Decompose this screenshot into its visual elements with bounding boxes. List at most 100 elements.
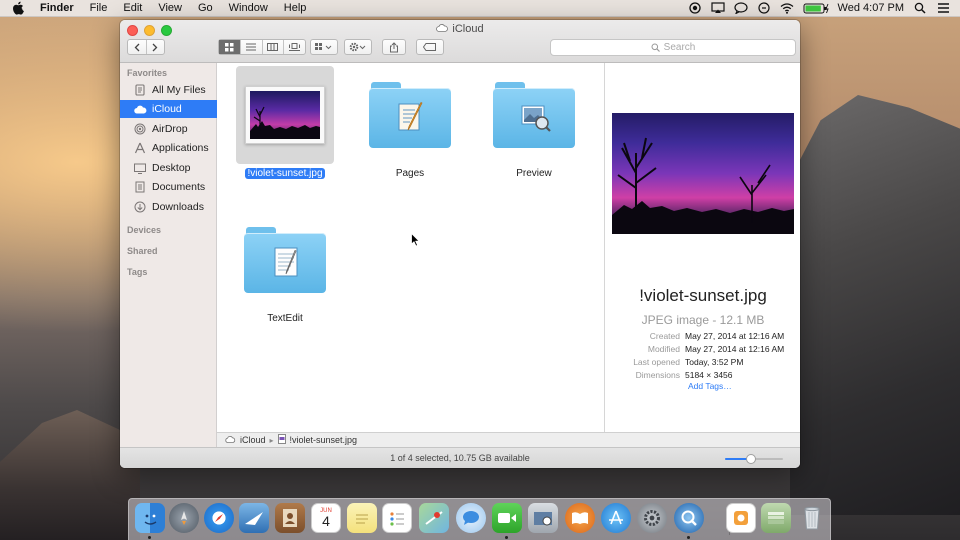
folder-icon xyxy=(244,227,326,293)
mouse-pointer-icon xyxy=(411,233,420,247)
notes-icon[interactable] xyxy=(347,503,377,533)
file-name[interactable]: !violet-sunset.jpg xyxy=(245,168,325,179)
facetime-icon[interactable] xyxy=(492,503,522,533)
app-store-icon[interactable] xyxy=(601,503,631,533)
icon-size-slider[interactable] xyxy=(725,454,783,464)
desktop-icon xyxy=(133,161,147,175)
menu-go[interactable]: Go xyxy=(198,2,213,14)
record-icon[interactable] xyxy=(688,1,702,15)
messages-icon[interactable] xyxy=(456,503,486,533)
sidebar-item-label: Applications xyxy=(152,142,209,154)
search-placeholder: Search xyxy=(663,42,696,53)
battery-icon[interactable] xyxy=(803,1,829,15)
photo-booth-icon[interactable] xyxy=(528,503,558,533)
status-bar: 1 of 4 selected, 10.75 GB available xyxy=(120,447,800,468)
slider-knob[interactable] xyxy=(746,454,757,464)
gear-icon xyxy=(349,42,366,52)
sidebar-section-tags[interactable]: Tags xyxy=(120,267,147,277)
apple-menu-icon[interactable] xyxy=(12,1,26,15)
notification-icon[interactable] xyxy=(757,1,771,15)
downloads-stack-icon[interactable] xyxy=(726,503,756,533)
sidebar-item-all-my-files[interactable]: All My Files xyxy=(120,81,217,99)
calendar-icon[interactable]: JUN 4 xyxy=(311,503,341,533)
file-browser: !violet-sunset.jpg Pages Preview TextEdi… xyxy=(217,63,604,432)
dock: JUN 4 xyxy=(128,498,831,540)
messages-icon[interactable] xyxy=(733,1,748,15)
trash-icon[interactable] xyxy=(797,503,827,533)
folder-icon xyxy=(369,82,451,148)
action-button[interactable] xyxy=(344,39,372,55)
file-name[interactable]: TextEdit xyxy=(265,313,305,324)
documents-stack-icon[interactable] xyxy=(761,503,791,533)
cover-flow-button[interactable] xyxy=(283,40,305,54)
add-tags-link[interactable]: Add Tags… xyxy=(688,381,732,391)
view-mode-control xyxy=(218,39,306,55)
arrange-button[interactable] xyxy=(310,39,338,55)
toolbar: iCloud Search xyxy=(120,20,800,63)
sidebar-section-devices[interactable]: Devices xyxy=(120,225,161,235)
mail-icon[interactable] xyxy=(239,503,269,533)
file-item-pages[interactable]: Pages xyxy=(355,66,465,179)
maps-icon[interactable] xyxy=(419,503,449,533)
window-title-text: iCloud xyxy=(452,23,484,35)
spotlight-search-icon[interactable] xyxy=(913,1,927,15)
sidebar-item-airdrop[interactable]: AirDrop xyxy=(120,120,217,138)
reminders-icon[interactable] xyxy=(382,503,412,533)
columns-icon xyxy=(267,43,279,51)
sidebar-item-label: Downloads xyxy=(152,201,204,213)
sidebar-item-label: Desktop xyxy=(152,162,191,174)
back-forward-control xyxy=(127,39,165,55)
image-preview xyxy=(612,113,794,234)
system-preferences-icon[interactable] xyxy=(637,503,667,533)
forward-button[interactable] xyxy=(145,40,164,54)
quicktime-icon[interactable] xyxy=(674,503,704,533)
menu-edit[interactable]: Edit xyxy=(123,2,142,14)
downloads-icon xyxy=(133,200,147,214)
sidebar-item-icloud[interactable]: iCloud xyxy=(120,100,217,118)
path-segment-icloud[interactable]: iCloud xyxy=(240,435,266,445)
sidebar: Favorites All My Files iCloud AirDrop Ap… xyxy=(120,63,217,468)
preview-pane: !violet-sunset.jpg JPEG image - 12.1 MB … xyxy=(604,63,800,432)
launchpad-icon[interactable] xyxy=(169,503,199,533)
wifi-icon[interactable] xyxy=(780,1,794,15)
arrange-grid-icon xyxy=(315,42,332,50)
meta-value: May 27, 2014 at 12:16 AM xyxy=(685,331,785,341)
column-view-button[interactable] xyxy=(261,40,284,54)
ibooks-icon[interactable] xyxy=(565,503,595,533)
notification-center-icon[interactable] xyxy=(936,1,950,15)
menu-window[interactable]: Window xyxy=(229,2,268,14)
tag-icon xyxy=(423,43,436,51)
file-item-violet-sunset[interactable]: !violet-sunset.jpg xyxy=(230,66,340,179)
sidebar-item-desktop[interactable]: Desktop xyxy=(120,159,217,177)
documents-icon xyxy=(133,180,147,194)
finder-icon[interactable] xyxy=(135,503,165,533)
path-separator-icon: ▸ xyxy=(269,435,274,445)
tag-button[interactable] xyxy=(416,39,444,55)
sidebar-item-label: Documents xyxy=(152,181,206,193)
icon-view-button[interactable] xyxy=(219,40,240,54)
safari-icon[interactable] xyxy=(204,503,234,533)
sidebar-section-shared[interactable]: Shared xyxy=(120,246,158,256)
share-button[interactable] xyxy=(382,39,406,55)
file-name[interactable]: Pages xyxy=(394,168,426,179)
meta-value: 5184 × 3456 xyxy=(685,370,733,380)
sidebar-item-applications[interactable]: Applications xyxy=(120,139,217,157)
menu-finder[interactable]: Finder xyxy=(40,2,74,14)
path-segment-file[interactable]: !violet-sunset.jpg xyxy=(290,435,358,445)
file-item-preview[interactable]: Preview xyxy=(479,66,589,179)
back-button[interactable] xyxy=(128,40,146,54)
folder-tile xyxy=(485,66,583,164)
search-field[interactable]: Search xyxy=(550,39,796,56)
menu-clock[interactable]: Wed 4:07 PM xyxy=(838,2,904,14)
airplay-icon[interactable] xyxy=(710,1,725,15)
menu-help[interactable]: Help xyxy=(284,2,307,14)
status-text: 1 of 4 selected, 10.75 GB available xyxy=(390,453,530,463)
list-view-button[interactable] xyxy=(239,40,262,54)
contacts-icon[interactable] xyxy=(275,503,305,533)
menu-view[interactable]: View xyxy=(158,2,182,14)
sidebar-item-downloads[interactable]: Downloads xyxy=(120,198,217,216)
file-item-textedit[interactable]: TextEdit xyxy=(230,211,340,324)
sidebar-item-documents[interactable]: Documents xyxy=(120,178,217,196)
file-name[interactable]: Preview xyxy=(514,168,554,179)
menu-file[interactable]: File xyxy=(90,2,108,14)
